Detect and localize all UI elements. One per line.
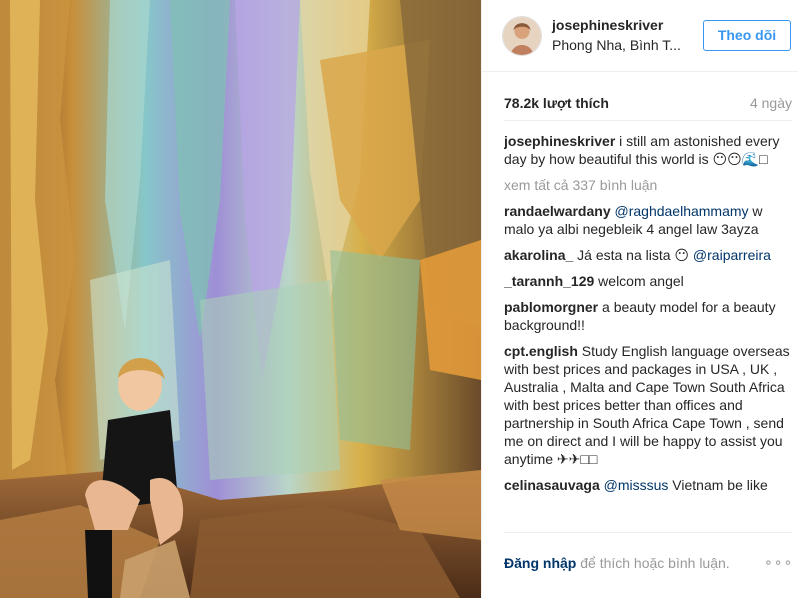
likes-row: 78.2k lượt thích 4 ngày [504,95,792,113]
comment-mention[interactable]: @raghdaelhammamy [615,203,749,219]
comment-username[interactable]: celinasauvaga [504,477,600,493]
view-all-comments-link[interactable]: xem tất cả 337 bình luận [504,176,794,194]
caption: josephineskriver i still am astonished e… [504,132,794,168]
comment-text: Vietnam be like [668,477,768,493]
comment-username[interactable]: pablomorgner [504,299,598,315]
follow-button[interactable]: Theo dõi [703,20,791,51]
avatar[interactable] [502,16,542,56]
comment-text: Study English language overseas with bes… [504,343,790,467]
list-item: pablomorgner a beauty model for a beauty… [504,298,794,334]
comment-mention[interactable]: @raiparreira [693,247,771,263]
list-item: _tarannh_129 welcom angel [504,272,794,290]
post-side-panel: josephineskriver Phong Nha, Bình T... Th… [481,0,798,598]
likes-count: 78.2k lượt thích [504,95,609,111]
divider [504,532,792,533]
post-username[interactable]: josephineskriver [552,17,663,33]
list-item: celinasauvaga @misssus Vietnam be like [504,476,794,494]
post-header: josephineskriver Phong Nha, Bình T... Th… [482,0,798,72]
comment-text: welcom angel [598,273,684,289]
login-prompt-text: để thích hoặc bình luận. [576,555,730,571]
post-location[interactable]: Phong Nha, Bình T... [552,37,681,53]
comment-username[interactable]: akarolina_ [504,247,573,263]
comment-text: Já esta na lista 😶 [577,247,693,263]
caption-username[interactable]: josephineskriver [504,133,615,149]
post-photo[interactable] [0,0,481,598]
comments-list[interactable]: josephineskriver i still am astonished e… [504,132,794,530]
login-link[interactable]: Đăng nhập [504,555,576,571]
comment-mention[interactable]: @misssus [604,477,669,493]
post-footer: Đăng nhập để thích hoặc bình luận. ∘∘∘ [482,540,798,588]
comment-username[interactable]: randaelwardany [504,203,611,219]
more-options-icon[interactable]: ∘∘∘ [764,554,793,571]
post-time[interactable]: 4 ngày [750,95,792,111]
comment-username[interactable]: _tarannh_129 [504,273,594,289]
list-item: randaelwardany @raghdaelhammamy w malo y… [504,202,794,238]
login-prompt: Đăng nhập để thích hoặc bình luận. [504,555,730,571]
comment-username[interactable]: cpt.english [504,343,578,359]
list-item: cpt.english Study English language overs… [504,342,794,468]
list-item: akarolina_ Já esta na lista 😶 @raiparrei… [504,246,794,264]
divider [504,120,792,121]
